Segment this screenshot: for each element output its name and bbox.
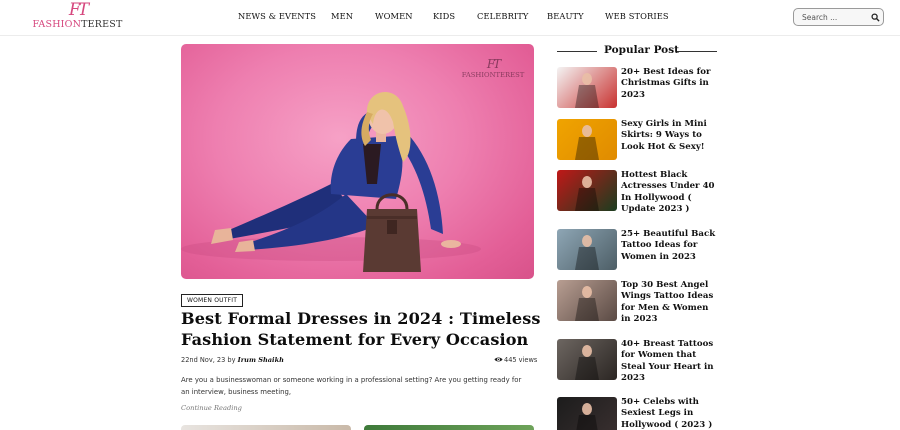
next-article-thumbnail[interactable] <box>364 425 534 430</box>
continue-reading-link[interactable]: Continue Reading <box>181 404 242 412</box>
popular-post-title-line: Hollywood ( 2023 ) <box>621 419 713 430</box>
nav-celebrity[interactable]: CELEBRITY <box>477 11 529 25</box>
nav-women[interactable]: WOMEN <box>375 11 413 25</box>
article-date: 22nd Nov, 23 by <box>181 356 236 364</box>
nav-web-stories[interactable]: WEB STORIES <box>605 11 669 25</box>
popular-post-item[interactable]: 50+ Celebs with Sexiest Legs in Hollywood … <box>557 397 727 430</box>
article-excerpt: Are you a businesswoman or someone worki… <box>181 375 536 398</box>
popular-post-title-line: In Hollywood ( <box>621 192 692 203</box>
popular-post-thumbnail[interactable] <box>557 397 617 430</box>
search-box <box>793 8 884 26</box>
logo-text-dark: TEREST <box>81 19 123 30</box>
logo-mark-text: FT <box>68 0 89 20</box>
popular-post-title[interactable]: 20+ Best Ideas for Christmas Gifts in 2023 <box>621 67 731 101</box>
popular-post-title-line: 40+ Breast Tattoos <box>621 339 714 349</box>
popular-post-item[interactable]: Sexy Girls in Mini Skirts: 9 Ways to Look … <box>557 119 727 161</box>
logo-text-pink: FASHION <box>32 19 82 30</box>
featured-image[interactable]: FT FASHIONTEREST <box>181 44 534 279</box>
popular-post-thumbnail[interactable] <box>557 229 617 270</box>
featured-image-illustration <box>181 92 481 272</box>
site-logo[interactable]: FT FASHIONTEREST <box>30 1 125 33</box>
search-input[interactable] <box>802 12 864 23</box>
next-article-thumbnail[interactable] <box>181 425 351 430</box>
popular-post-thumbnail[interactable] <box>557 67 617 108</box>
popular-post-title[interactable]: 50+ Celebs with Sexiest Legs in Hollywood … <box>621 397 731 430</box>
popular-post-thumbnail[interactable] <box>557 119 617 160</box>
nav-men[interactable]: MEN <box>331 11 353 25</box>
search-icon[interactable] <box>871 13 880 22</box>
popular-post-item[interactable]: 25+ Beautiful Back Tattoo Ideas for Women … <box>557 229 727 271</box>
popular-post-title-line: for Women that <box>621 350 697 361</box>
article-title-line: Best Formal Dresses in 2024 : Timeless <box>181 309 541 328</box>
popular-post-title-line: Hottest Black <box>621 170 688 180</box>
popular-post-title-line: for Men & Women <box>621 302 709 313</box>
category-badge[interactable]: WOMEN OUTFIT <box>181 294 244 307</box>
popular-post-title: Popular Post <box>604 44 679 56</box>
popular-post-item[interactable]: Hottest Black Actresses Under 40 In Hollyw… <box>557 170 727 214</box>
popular-post-title[interactable]: 40+ Breast Tattoos for Women that Steal Yo… <box>621 339 731 384</box>
popular-post-item[interactable]: 20+ Best Ideas for Christmas Gifts in 2023 <box>557 67 727 109</box>
popular-post-heading: Popular Post <box>557 44 717 58</box>
article-author[interactable]: Irum Shaikh <box>238 356 284 364</box>
popular-post-title-line: Skirts: 9 Ways to <box>621 130 702 141</box>
popular-post-title-line: Top 30 Best Angel <box>621 280 709 290</box>
popular-post-title[interactable]: 25+ Beautiful Back Tattoo Ideas for Women … <box>621 229 731 263</box>
site-header: FT FASHIONTEREST NEWS & EVENTS MEN WOMEN… <box>0 0 900 36</box>
heading-rule <box>557 51 597 52</box>
popular-post-title-line: 20+ Best Ideas for <box>621 67 711 77</box>
popular-post-title-line: Steal Your Heart in <box>621 361 714 372</box>
nav-beauty[interactable]: BEAUTY <box>547 11 584 25</box>
popular-post-title-line: Women in 2023 <box>621 251 696 262</box>
popular-post-title[interactable]: Top 30 Best Angel Wings Tattoo Ideas for M… <box>621 280 731 325</box>
popular-post-title-line: Tattoo Ideas for <box>621 240 698 251</box>
excerpt-line: an interview, business meeting, <box>181 387 292 396</box>
popular-post-thumbnail[interactable] <box>557 170 617 211</box>
popular-post-title[interactable]: Hottest Black Actresses Under 40 In Hollyw… <box>621 170 731 215</box>
popular-post-title-line: 50+ Celebs with <box>621 397 699 407</box>
hero-watermark: FT FASHIONTEREST <box>459 57 527 80</box>
view-count: 445 views <box>504 356 538 364</box>
article-meta: 22nd Nov, 23 by Irum Shaikh <box>181 356 284 364</box>
popular-post-title-line: Look Hot & Sexy! <box>621 141 705 152</box>
popular-post-title-line: Christmas Gifts in <box>621 78 709 89</box>
logo-mark: FT <box>30 1 125 19</box>
popular-post-title-line: Actresses Under 40 <box>621 181 715 192</box>
nav-kids[interactable]: KIDS <box>433 11 455 25</box>
watermark-text: FASHIONTEREST <box>461 71 525 79</box>
popular-post-title-line: in 2023 <box>621 313 658 324</box>
popular-post-title[interactable]: Sexy Girls in Mini Skirts: 9 Ways to Look … <box>621 119 731 153</box>
logo-text: FASHIONTEREST <box>30 19 125 31</box>
excerpt-line: Are you a businesswoman or someone worki… <box>181 376 522 384</box>
popular-post-item[interactable]: Top 30 Best Angel Wings Tattoo Ideas for M… <box>557 280 727 324</box>
popular-post-item[interactable]: 40+ Breast Tattoos for Women that Steal Yo… <box>557 339 727 383</box>
popular-post-title-line: 2023 <box>621 372 645 383</box>
popular-post-title-line: Wings Tattoo Ideas <box>621 291 714 302</box>
eye-icon <box>494 357 503 362</box>
popular-post-title-line: Update 2023 ) <box>621 203 690 214</box>
popular-post-title-line: Sexiest Legs in <box>621 408 694 419</box>
popular-post-title-line: 2023 <box>621 89 645 100</box>
article-title[interactable]: Best Formal Dresses in 2024 : Timeless F… <box>181 308 541 350</box>
popular-post-title-line: Sexy Girls in Mini <box>621 119 707 129</box>
watermark-mark: FT <box>486 57 501 71</box>
popular-post-thumbnail[interactable] <box>557 339 617 380</box>
popular-post-thumbnail[interactable] <box>557 280 617 321</box>
article-title-line: Fashion Statement for Every Occasion <box>181 330 529 349</box>
nav-news-events[interactable]: NEWS & EVENTS <box>238 11 316 25</box>
popular-post-title-line: 25+ Beautiful Back <box>621 229 716 239</box>
heading-rule <box>677 51 717 52</box>
